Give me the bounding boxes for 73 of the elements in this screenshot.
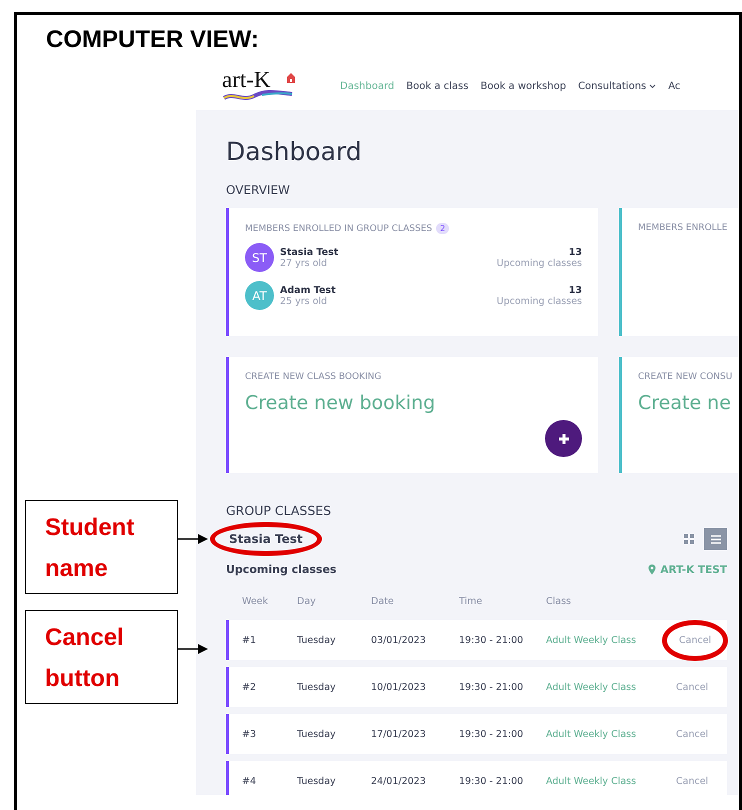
day-cell-text: Tuesday: [297, 728, 337, 740]
time-cell-text: 19:30 - 21:00: [459, 728, 524, 740]
card-action: Create ne: [638, 392, 732, 414]
week-cell-text: #2: [242, 682, 258, 692]
week-cell-text: #1: [242, 634, 258, 646]
card-title: CREATE NEW CONSU: [638, 372, 734, 382]
week-cell-text: #4: [242, 776, 258, 786]
member-age: 25 yrs old: [280, 296, 328, 306]
upcoming-label: Upcoming classes: [496, 258, 582, 268]
add-button[interactable]: [545, 420, 582, 457]
card-title: MEMBERS ENROLLE: [638, 223, 728, 233]
count-badge: 2: [436, 223, 450, 234]
page-heading: COMPUTER VIEW:: [46, 26, 260, 55]
column-header: Week: [242, 596, 270, 606]
date-cell-text: 17/01/2023: [371, 728, 427, 740]
cancel-link[interactable]: Cancel: [676, 682, 727, 692]
location-pin-icon: [648, 564, 656, 575]
upcoming-count: 13: [568, 284, 582, 296]
nav-link[interactable]: Consultations: [578, 80, 656, 92]
class-cell-text: Adult Weekly Class: [546, 728, 638, 740]
arrow-icon: [178, 642, 210, 656]
day-cell-text: Tuesday: [297, 776, 337, 786]
student-name: Stasia Test: [229, 532, 303, 546]
date-cell-text: 03/01/2023: [371, 634, 427, 646]
time-cell-text: 19:30 - 21:00: [459, 776, 524, 786]
day-cell-text: Tuesday: [297, 682, 337, 692]
logo-text: art-K: [222, 68, 271, 91]
member-name: Adam Test: [280, 284, 337, 296]
nav-link[interactable]: Ac: [668, 80, 680, 92]
class-cell-text: Adult Weekly Class: [546, 682, 638, 692]
section-label: OVERVIEW: [226, 183, 291, 197]
cancel-link[interactable]: Cancel: [676, 776, 727, 786]
day-cell-text: Tuesday: [297, 634, 337, 646]
card-title: MEMBERS ENROLLED IN GROUP CLASSES: [245, 224, 432, 234]
location-label: ART-K TEST: [660, 564, 727, 576]
column-header: Day: [297, 596, 317, 606]
grid-icon: [684, 534, 694, 544]
house-icon: [286, 72, 296, 84]
week-cell-text: #3: [242, 728, 258, 740]
callout-label: Student name: [25, 500, 178, 594]
booking-card[interactable]: CREATE NEW CLASS BOOKING Create new booking: [226, 357, 598, 473]
cancel-link[interactable]: Cancel: [679, 634, 712, 646]
date-cell-text: 10/01/2023: [371, 682, 427, 692]
nav-link[interactable]: Book a class: [406, 80, 468, 92]
page-title: Dashboard: [226, 137, 363, 167]
column-header: Class: [546, 596, 572, 606]
class-cell-text: Adult Weekly Class: [546, 634, 638, 646]
callout-label: Cancel button: [25, 610, 178, 704]
wave-drawing: [222, 90, 294, 102]
view-toggle[interactable]: [704, 528, 727, 550]
card-title: CREATE NEW CLASS BOOKING: [245, 372, 382, 382]
nav-link[interactable]: Dashboard: [340, 80, 394, 92]
date-cell-text: 24/01/2023: [371, 776, 427, 786]
upcoming-label: Upcoming classes: [496, 296, 582, 306]
column-header: Date: [371, 596, 395, 606]
member-age: 27 yrs old: [280, 258, 328, 268]
card-action: Create new booking: [245, 392, 436, 414]
plus-icon: [558, 432, 570, 444]
avatar: ST: [245, 243, 274, 272]
arrow-icon: [178, 532, 210, 546]
member-name: Stasia Test: [280, 246, 340, 258]
section-label: GROUP CLASSES: [226, 503, 332, 518]
avatar: AT: [245, 281, 274, 310]
list-icon: [710, 534, 720, 544]
class-cell-text: Adult Weekly Class: [546, 776, 638, 786]
time-cell-text: 19:30 - 21:00: [459, 682, 524, 692]
subsection-title: Upcoming classes: [226, 563, 336, 576]
nav-link[interactable]: Book a workshop: [480, 80, 566, 92]
booking-card[interactable]: CREATE NEW CONSU Create ne: [619, 357, 739, 473]
cancel-link[interactable]: Cancel: [676, 728, 727, 740]
time-cell-text: 19:30 - 21:00: [459, 634, 524, 646]
upcoming-count: 13: [568, 246, 582, 258]
column-header: Time: [459, 596, 484, 606]
